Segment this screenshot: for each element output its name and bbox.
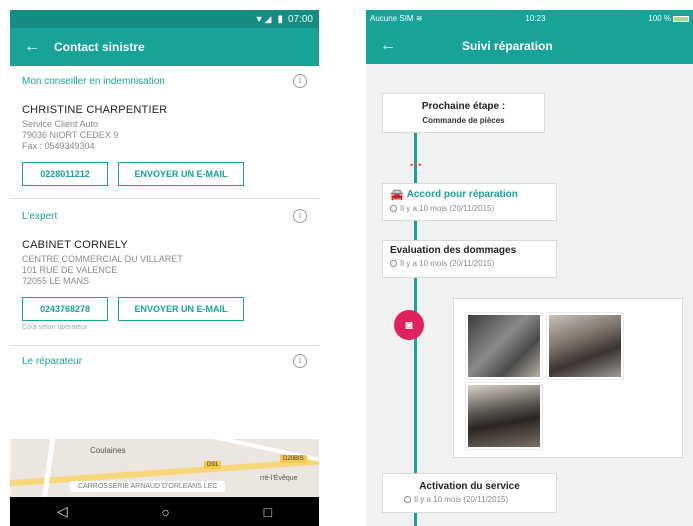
battery-icon: ▮ bbox=[277, 13, 283, 25]
damage-photos-card bbox=[453, 298, 683, 458]
battery-icon bbox=[672, 15, 689, 22]
damage-photo[interactable] bbox=[466, 313, 542, 379]
conseiller-line: Fax : 0549349304 bbox=[22, 141, 95, 151]
event-title: Accord pour réparation bbox=[406, 189, 518, 200]
conseiller-name: CHRISTINE CHARPENTIER bbox=[22, 104, 168, 116]
conseiller-contact: CHRISTINE CHARPENTIER Service Client Aut… bbox=[10, 96, 319, 152]
expert-line: 101 RUE DE VALENCE bbox=[22, 265, 118, 275]
reparateur-section-header: Le réparateur i bbox=[10, 346, 319, 376]
email-conseiller-button[interactable]: ENVOYER UN E-MAIL bbox=[118, 162, 244, 186]
info-icon[interactable]: i bbox=[293, 209, 307, 223]
battery-percent: 100 % bbox=[648, 14, 671, 23]
next-step-value: Commande de pièces bbox=[422, 116, 505, 125]
nav-back-icon[interactable]: ◁ bbox=[57, 503, 68, 520]
clock-icon bbox=[390, 260, 397, 267]
back-arrow-icon[interactable]: ← bbox=[380, 37, 462, 55]
conseiller-section-header: Mon conseiller en indemnisation i bbox=[10, 66, 319, 96]
conseiller-heading: Mon conseiller en indemnisation bbox=[22, 75, 165, 87]
app-bar: ← Contact sinistre bbox=[10, 28, 319, 66]
reparateur-map[interactable]: Coulaines D91 D20BIS rré-l'Évêque CARROS… bbox=[10, 439, 319, 497]
nav-home-icon[interactable]: ○ bbox=[161, 504, 169, 520]
conseiller-line: Service Client Auto bbox=[22, 119, 99, 129]
call-expert-button[interactable]: 0243768278 bbox=[22, 297, 108, 321]
nav-recent-icon[interactable]: □ bbox=[264, 504, 272, 520]
app-bar: ← Suivi réparation bbox=[366, 27, 693, 64]
expert-heading: L'expert bbox=[22, 210, 58, 222]
event-title: Activation du service bbox=[419, 481, 520, 492]
info-icon[interactable]: i bbox=[293, 74, 307, 88]
clock-icon bbox=[390, 205, 397, 212]
section-divider bbox=[10, 198, 319, 199]
expert-section-header: L'expert i bbox=[10, 201, 319, 231]
cost-note: Coût selon opérateur bbox=[22, 324, 88, 331]
event-title: Evaluation des dommages bbox=[390, 245, 517, 256]
status-time: 10:23 bbox=[525, 14, 546, 23]
email-expert-button[interactable]: ENVOYER UN E-MAIL bbox=[118, 297, 244, 321]
timeline-event[interactable]: Activation du service Il y a 10 mois (20… bbox=[382, 473, 557, 513]
camera-icon: ◙ bbox=[394, 310, 424, 340]
pending-dots-icon: ••• bbox=[410, 160, 423, 170]
call-conseiller-button[interactable]: 0228011212 bbox=[22, 162, 108, 186]
page-title: Contact sinistre bbox=[54, 40, 145, 54]
map-road-badge: D91 bbox=[204, 461, 222, 469]
event-date: Il y a 10 mois (20/11/2015) bbox=[414, 495, 509, 504]
expert-line: 72055 LE MANS bbox=[22, 276, 90, 286]
clock-icon bbox=[404, 496, 411, 503]
suivi-reparation-screen: Aucune SIM ≋ 10:23 100 % ← Suivi réparat… bbox=[366, 10, 693, 526]
next-step-card: Prochaine étape : Commande de pièces bbox=[382, 93, 545, 133]
map-road-badge: D20BIS bbox=[280, 455, 307, 463]
carrier-label: Aucune SIM bbox=[370, 14, 414, 23]
back-arrow-icon[interactable]: ← bbox=[24, 38, 54, 56]
map-place-label: rré-l'Évêque bbox=[260, 475, 298, 482]
android-nav-bar: ◁ ○ □ bbox=[10, 497, 319, 526]
reparateur-heading: Le réparateur bbox=[22, 355, 83, 367]
wifi-icon: ≋ bbox=[415, 14, 423, 23]
event-date: Il y a 10 mois (20/11/2015) bbox=[400, 204, 495, 213]
signal-icon: ▼◢ bbox=[254, 13, 273, 24]
expert-line: CENTRE COMMERCIAL DU VILLARET bbox=[22, 254, 183, 264]
timeline-event[interactable]: 🚘 Accord pour réparation Il y a 10 mois (… bbox=[382, 183, 557, 221]
contact-sinistre-screen: ▼◢ ▮ 07:00 ← Contact sinistre Mon consei… bbox=[10, 10, 319, 526]
car-icon: 🚘 bbox=[390, 189, 404, 201]
map-marker-label[interactable]: CARROSSERIE ARNAUD D'ORLEANS LEC bbox=[70, 481, 226, 492]
conseiller-line: 79036 NIORT CEDEX 9 bbox=[22, 130, 119, 140]
event-date: Il y a 10 mois (20/11/2015) bbox=[400, 259, 495, 268]
info-icon[interactable]: i bbox=[293, 354, 307, 368]
page-title: Suivi réparation bbox=[462, 38, 553, 53]
expert-actions: 0243768278 ENVOYER UN E-MAIL bbox=[10, 287, 319, 321]
screenshot-stage: ▼◢ ▮ 07:00 ← Contact sinistre Mon consei… bbox=[0, 0, 693, 526]
android-status-bar: ▼◢ ▮ 07:00 bbox=[10, 10, 319, 28]
ios-status-bar: Aucune SIM ≋ 10:23 100 % bbox=[366, 10, 693, 27]
damage-photo[interactable] bbox=[547, 313, 623, 379]
expert-name: CABINET CORNELY bbox=[22, 239, 128, 251]
map-road bbox=[40, 439, 57, 497]
next-step-label: Prochaine étape : bbox=[421, 101, 506, 112]
damage-photo[interactable] bbox=[466, 383, 542, 449]
expert-contact: CABINET CORNELY CENTRE COMMERCIAL DU VIL… bbox=[10, 231, 319, 287]
map-town-label: Coulaines bbox=[90, 446, 126, 455]
status-time: 07:00 bbox=[287, 13, 313, 25]
timeline-event[interactable]: Evaluation des dommages Il y a 10 mois (… bbox=[382, 240, 557, 278]
conseiller-actions: 0228011212 ENVOYER UN E-MAIL bbox=[10, 152, 319, 186]
